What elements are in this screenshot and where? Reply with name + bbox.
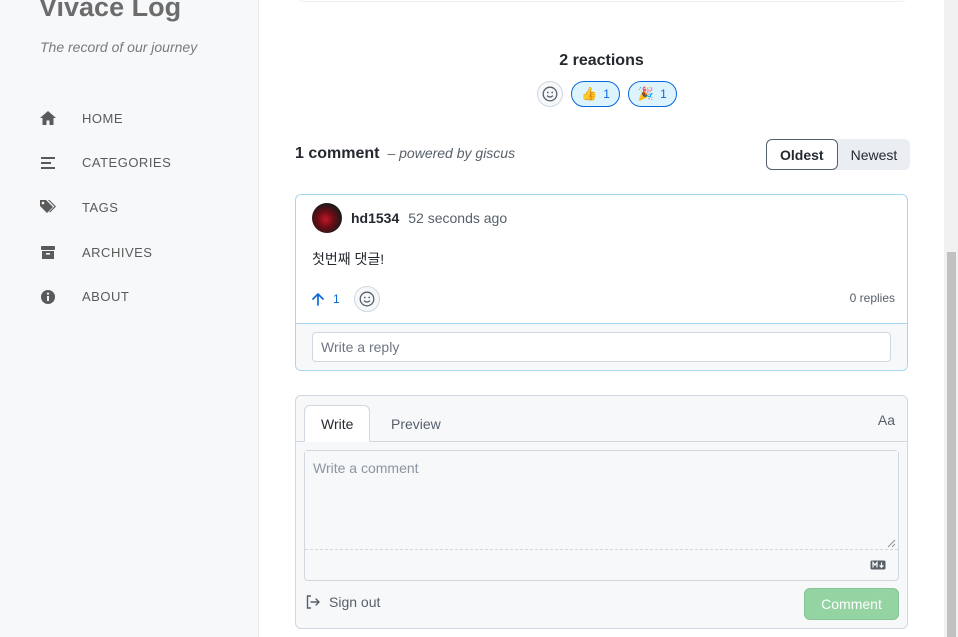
scrollbar[interactable]	[944, 0, 958, 637]
upvote-button[interactable]: 1	[312, 292, 340, 306]
comment-input-wrap: Write a comment	[304, 450, 899, 581]
reactions-title: 2 reactions	[559, 52, 644, 69]
comment-actions: 1	[312, 286, 380, 312]
sidebar-item-home[interactable]: HOME	[39, 108, 171, 128]
main-content: 2 reactions 👍 1 🎉 1 1 comment – powered …	[259, 0, 944, 637]
comment-body: 첫번째 댓글!	[312, 251, 385, 267]
comment-count: 1 comment	[295, 145, 380, 162]
sign-out-button[interactable]: Sign out	[305, 594, 380, 610]
sort-newest-button[interactable]: Newest	[838, 139, 911, 170]
home-icon	[39, 109, 57, 127]
smiley-icon	[359, 291, 375, 307]
add-reaction-button[interactable]	[537, 81, 563, 107]
reaction-thumbs-up[interactable]: 👍 1	[571, 81, 620, 107]
avatar[interactable]	[312, 203, 342, 233]
sidebar-item-label: CATEGORIES	[82, 155, 172, 171]
sidebar: Vivace Log The record of our journey HOM…	[0, 0, 259, 637]
site-subtitle: The record of our journey	[40, 39, 198, 55]
tags-icon	[39, 198, 57, 216]
reaction-hooray[interactable]: 🎉 1	[627, 81, 677, 107]
reply-area: Write a reply	[296, 323, 907, 370]
archive-icon	[39, 243, 57, 261]
sort-oldest-button[interactable]: Oldest	[766, 139, 838, 170]
thumbs-up-icon: 👍	[581, 86, 598, 101]
scrollbar-thumb[interactable]	[947, 252, 956, 637]
tab-preview[interactable]: Preview	[375, 405, 457, 442]
sidebar-item-archives[interactable]: ARCHIVES	[39, 242, 171, 262]
tab-write[interactable]: Write	[304, 405, 371, 442]
comment-input[interactable]: Write a comment	[305, 451, 898, 550]
comment-editor: Write Preview Aa Write a comment Sign ou…	[295, 395, 908, 629]
list-icon	[39, 154, 57, 172]
sort-toggle: Oldest Newest	[766, 139, 911, 170]
text-format-toggle[interactable]: Aa	[878, 412, 895, 428]
comment-timestamp[interactable]: 52 seconds ago	[408, 210, 507, 226]
sidebar-item-label: ARCHIVES	[82, 244, 153, 260]
reaction-count: 1	[603, 87, 610, 101]
add-comment-reaction-button[interactable]	[353, 286, 380, 312]
info-icon	[39, 288, 57, 306]
sidebar-item-tags[interactable]: TAGS	[39, 197, 171, 217]
replies-count: 0 replies	[849, 291, 895, 305]
party-popper-icon: 🎉	[637, 86, 655, 101]
comments-header: 1 comment – powered by giscus	[295, 145, 515, 163]
comment-author[interactable]: hd1534	[351, 210, 399, 226]
resize-grip-icon[interactable]	[887, 539, 896, 548]
sidebar-nav: HOME CATEGORIES TAGS ARCHIVES ABOUT	[39, 108, 171, 331]
sign-out-label: Sign out	[329, 594, 381, 610]
comment-header: hd1534 52 seconds ago	[312, 203, 507, 233]
reaction-count: 1	[660, 87, 667, 101]
sidebar-item-label: ABOUT	[82, 289, 130, 305]
smiley-icon	[542, 86, 558, 102]
submit-comment-button[interactable]: Comment	[804, 588, 899, 620]
reactions-row: 👍 1 🎉 1	[537, 81, 677, 107]
sidebar-item-label: HOME	[82, 110, 123, 126]
sign-out-icon	[306, 595, 320, 609]
sidebar-item-label: TAGS	[82, 199, 119, 215]
sidebar-item-categories[interactable]: CATEGORIES	[39, 153, 171, 173]
site-title[interactable]: Vivace Log	[39, 0, 181, 23]
reply-input[interactable]: Write a reply	[312, 332, 891, 362]
arrow-up-icon	[312, 292, 324, 306]
editor-tabs: Write Preview Aa	[296, 396, 907, 442]
post-card-edge	[297, 0, 907, 2]
comment-card: hd1534 52 seconds ago 첫번째 댓글! 1 0 replie…	[295, 194, 908, 371]
upvote-count: 1	[333, 292, 340, 306]
markdown-icon	[870, 560, 886, 570]
powered-by[interactable]: – powered by giscus	[387, 145, 515, 161]
sidebar-item-about[interactable]: ABOUT	[39, 287, 171, 307]
